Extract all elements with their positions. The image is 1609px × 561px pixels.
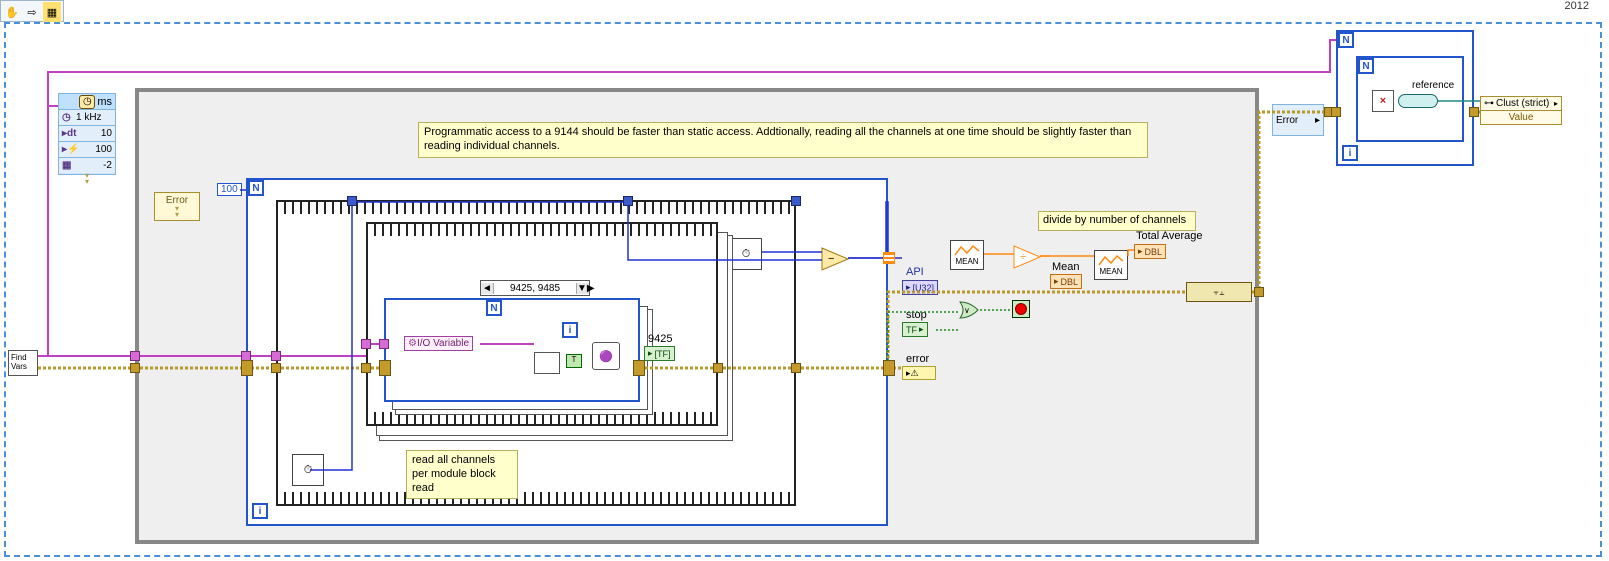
divide-node[interactable]: ÷: [1014, 246, 1040, 268]
prop-node-item[interactable]: Value: [1481, 111, 1561, 124]
error-out-label: error: [906, 353, 929, 365]
selector-value: 9425, 9485: [494, 283, 576, 294]
shift-register: [883, 360, 895, 376]
mean-vi-1[interactable]: MEAN: [950, 240, 984, 270]
for-loop-outer-N: N: [248, 180, 264, 196]
pan-tool-icon[interactable]: ✋: [3, 2, 21, 22]
stacked-seq-selector[interactable]: ◄ 9425, 9485 ▼▶: [480, 280, 590, 296]
mean-indicator-label: Mean: [1052, 261, 1080, 273]
selector-prev-icon[interactable]: ◄: [481, 283, 494, 294]
tunnel: [713, 363, 723, 373]
loop-count-constant[interactable]: 100: [217, 183, 242, 196]
expand-arrows-icon[interactable]: ▾▾: [59, 173, 115, 185]
comment-divide: divide by number of channels: [1038, 211, 1196, 231]
var-read-node[interactable]: 🟣: [592, 342, 620, 370]
tunnel: [130, 351, 140, 361]
tunnel: [1254, 287, 1264, 297]
timed-loop-right-node[interactable]: Error▸: [1272, 104, 1324, 136]
total-avg-indicator[interactable]: ▸DBL: [1134, 244, 1166, 259]
error-out-indicator[interactable]: ▸⚠: [902, 366, 936, 380]
var-open-node[interactable]: [534, 352, 560, 374]
tick-count-end-vi[interactable]: ⏱: [730, 238, 762, 270]
api-indicator[interactable]: ▸[U32]: [902, 280, 938, 295]
indicator-9425[interactable]: ▸[TF]: [644, 346, 675, 361]
total-avg-label: Total Average: [1136, 230, 1202, 242]
tunnel: [361, 339, 371, 349]
stopwatch-icon: ⏱: [742, 248, 751, 261]
stop-label: stop: [906, 309, 927, 321]
api-label: API: [906, 266, 924, 278]
tunnel: [1331, 107, 1341, 117]
shift-register: [241, 360, 253, 376]
block-diagram: ✋ ⇨ ▦ 2012 ◷ ms ◷1 kHz ▸dt10 ▸⚡100 ▦-2 ▾…: [0, 0, 1609, 561]
link-icon: ⊶: [1484, 98, 1494, 109]
tunnel: [361, 363, 371, 373]
timed-unit: ms: [97, 96, 112, 108]
reference-label: reference: [1412, 80, 1454, 91]
timed-dt-row[interactable]: ▸dt10: [59, 126, 115, 142]
svg-text:÷: ÷: [1020, 251, 1026, 263]
tunnel: [379, 339, 389, 349]
merge-node[interactable]: ⫟⫠: [1186, 282, 1252, 302]
for-loop-inner-N: N: [486, 300, 502, 316]
right-error-row: Error▸: [1273, 105, 1323, 135]
find-vars-subvi[interactable]: Find Vars: [8, 350, 38, 376]
auto-index-tunnel: [883, 252, 895, 264]
while-stop-terminal[interactable]: [1012, 300, 1030, 318]
for-loop-right-inner-N: N: [1358, 58, 1374, 74]
timed-loop-config[interactable]: ◷ ms ◷1 kHz ▸dt10 ▸⚡100 ▦-2 ▾▾: [58, 93, 116, 175]
chevron-icon: ▸: [1554, 99, 1558, 108]
close-reference-node[interactable]: ×: [1372, 90, 1394, 112]
tools-palette: ✋ ⇨ ▦: [0, 0, 64, 22]
comment-read-all: read all channels per module block read: [406, 450, 518, 499]
or-node[interactable]: ∨: [958, 300, 980, 320]
io-variable-constant[interactable]: ⚙I/O Variable: [404, 336, 473, 351]
svg-text:∨: ∨: [964, 306, 970, 315]
prop-node-class: Clust (strict): [1496, 98, 1549, 109]
tunnel: [1469, 107, 1479, 117]
selector-next-icon[interactable]: ▼▶: [576, 283, 589, 294]
shift-register: [633, 360, 645, 376]
tunnel: [271, 351, 281, 361]
tunnel: [271, 363, 281, 373]
for-loop-inner-i: i: [562, 322, 578, 338]
indicator-9425-label: 9425: [648, 333, 672, 345]
timed-rate-row[interactable]: ◷1 kHz: [59, 110, 115, 126]
error-cluster-left[interactable]: Error ▾▾: [154, 192, 200, 221]
tunnel: [623, 196, 633, 206]
svg-text:−: −: [828, 253, 834, 265]
comment-main: Programmatic access to a 9144 should be …: [418, 122, 1148, 158]
year-label: 2012: [1563, 0, 1591, 12]
tunnel: [347, 196, 357, 206]
highlight-tool-icon[interactable]: ▦: [43, 2, 61, 22]
subtract-node[interactable]: −: [822, 248, 848, 270]
stop-control[interactable]: TF▸: [902, 322, 928, 337]
tunnel: [791, 363, 801, 373]
clock-icon: ◷: [79, 95, 95, 109]
timed-priority-row[interactable]: ▸⚡100: [59, 142, 115, 158]
reference-control[interactable]: [1398, 94, 1438, 108]
for-loop-right-N: N: [1338, 32, 1354, 48]
shift-register: [379, 360, 391, 376]
property-node[interactable]: ⊶ Clust (strict) ▸ Value: [1480, 96, 1562, 125]
for-loop-outer-i: i: [252, 503, 268, 519]
bool-constant-true[interactable]: T: [566, 354, 582, 368]
stopwatch-icon: ⏱: [304, 464, 313, 477]
arrow-tool-icon[interactable]: ⇨: [23, 2, 41, 22]
mean-indicator[interactable]: ▸DBL: [1050, 274, 1082, 289]
tick-count-start-vi[interactable]: ⏱: [292, 454, 324, 486]
tunnel: [130, 363, 140, 373]
mean-vi-2[interactable]: MEAN: [1094, 250, 1128, 280]
tunnel: [791, 196, 801, 206]
for-loop-right-i: i: [1342, 145, 1358, 161]
